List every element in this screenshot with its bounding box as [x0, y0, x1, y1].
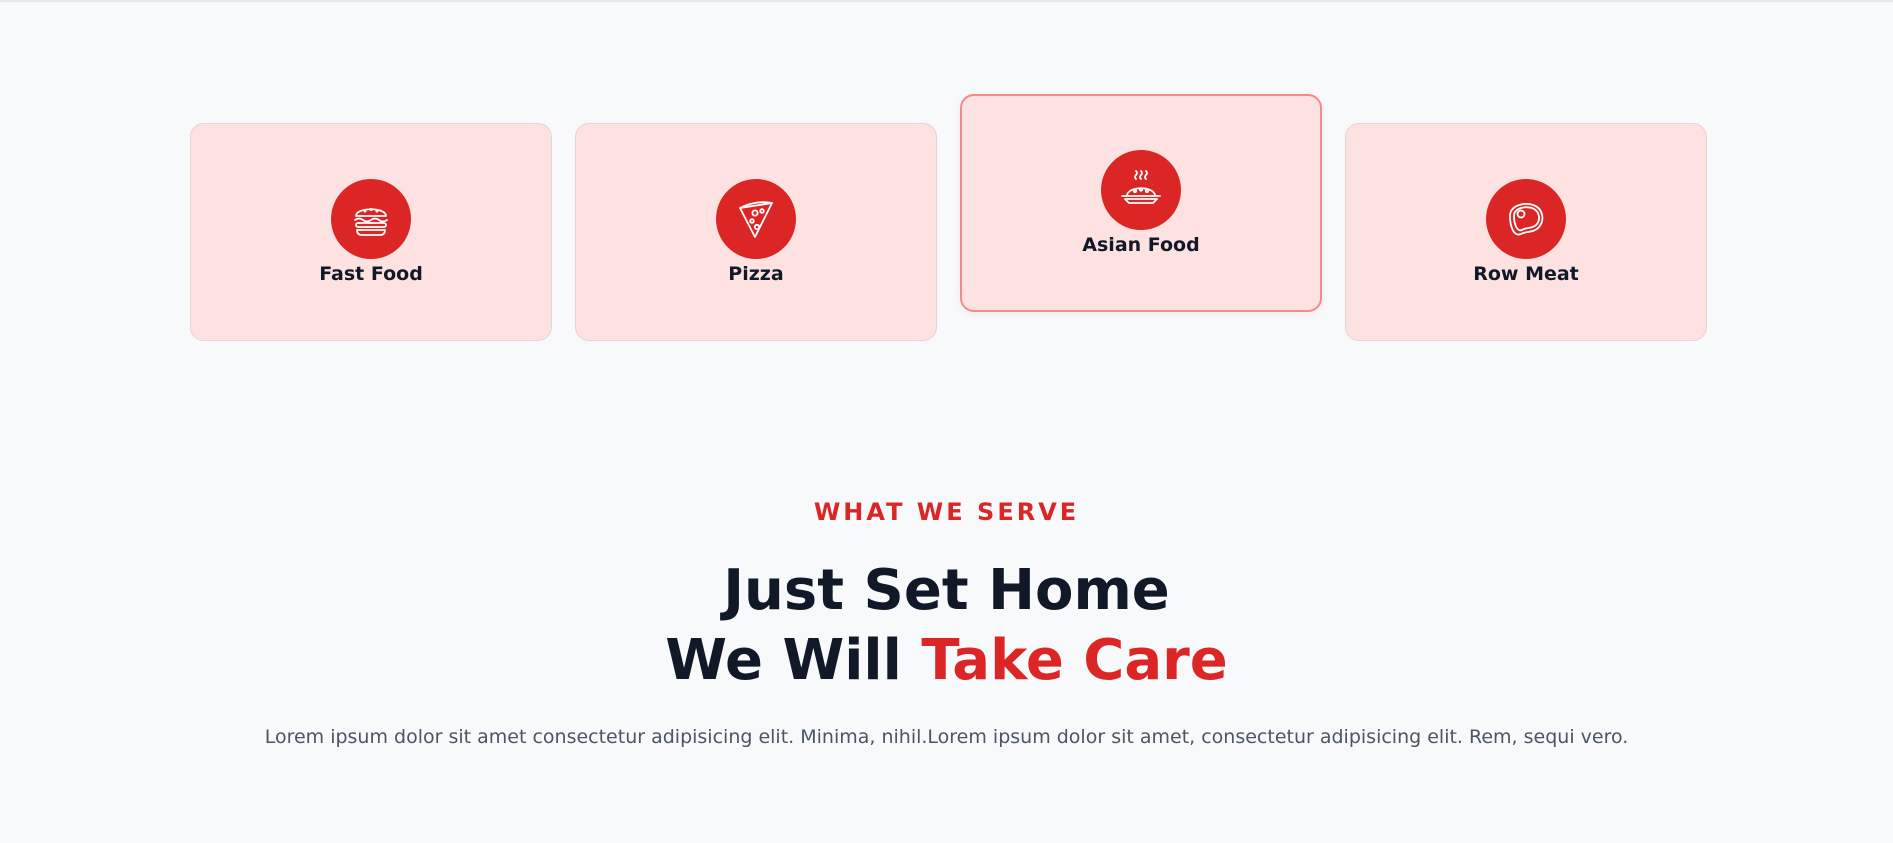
- burger-icon: [331, 179, 411, 259]
- category-label: Fast Food: [319, 263, 423, 285]
- section-eyebrow: WHAT WE SERVE: [813, 498, 1080, 526]
- asian-food-icon: [1101, 150, 1181, 230]
- category-card-row-meat[interactable]: Row Meat: [1345, 123, 1707, 341]
- category-card-asian-food[interactable]: Asian Food: [960, 94, 1322, 312]
- pizza-icon: [716, 179, 796, 259]
- category-label: Asian Food: [1082, 234, 1200, 256]
- headline-accent: Take Care: [921, 628, 1228, 693]
- section-headline: Just Set Home We Will Take Care: [0, 556, 1893, 696]
- category-cards: Fast Food Pizza Asian Food Row Meat: [0, 0, 1893, 400]
- headline-line-2-prefix: We Will: [665, 628, 922, 693]
- category-label: Row Meat: [1473, 263, 1579, 285]
- steak-icon: [1486, 179, 1566, 259]
- what-we-serve-section: WHAT WE SERVE Just Set Home We Will Take…: [0, 490, 1893, 748]
- headline-line-1: Just Set Home: [723, 558, 1170, 623]
- category-card-pizza[interactable]: Pizza: [575, 123, 937, 341]
- section-description: Lorem ipsum dolor sit amet consectetur a…: [264, 726, 1629, 748]
- category-card-fast-food[interactable]: Fast Food: [190, 123, 552, 341]
- category-label: Pizza: [728, 263, 784, 285]
